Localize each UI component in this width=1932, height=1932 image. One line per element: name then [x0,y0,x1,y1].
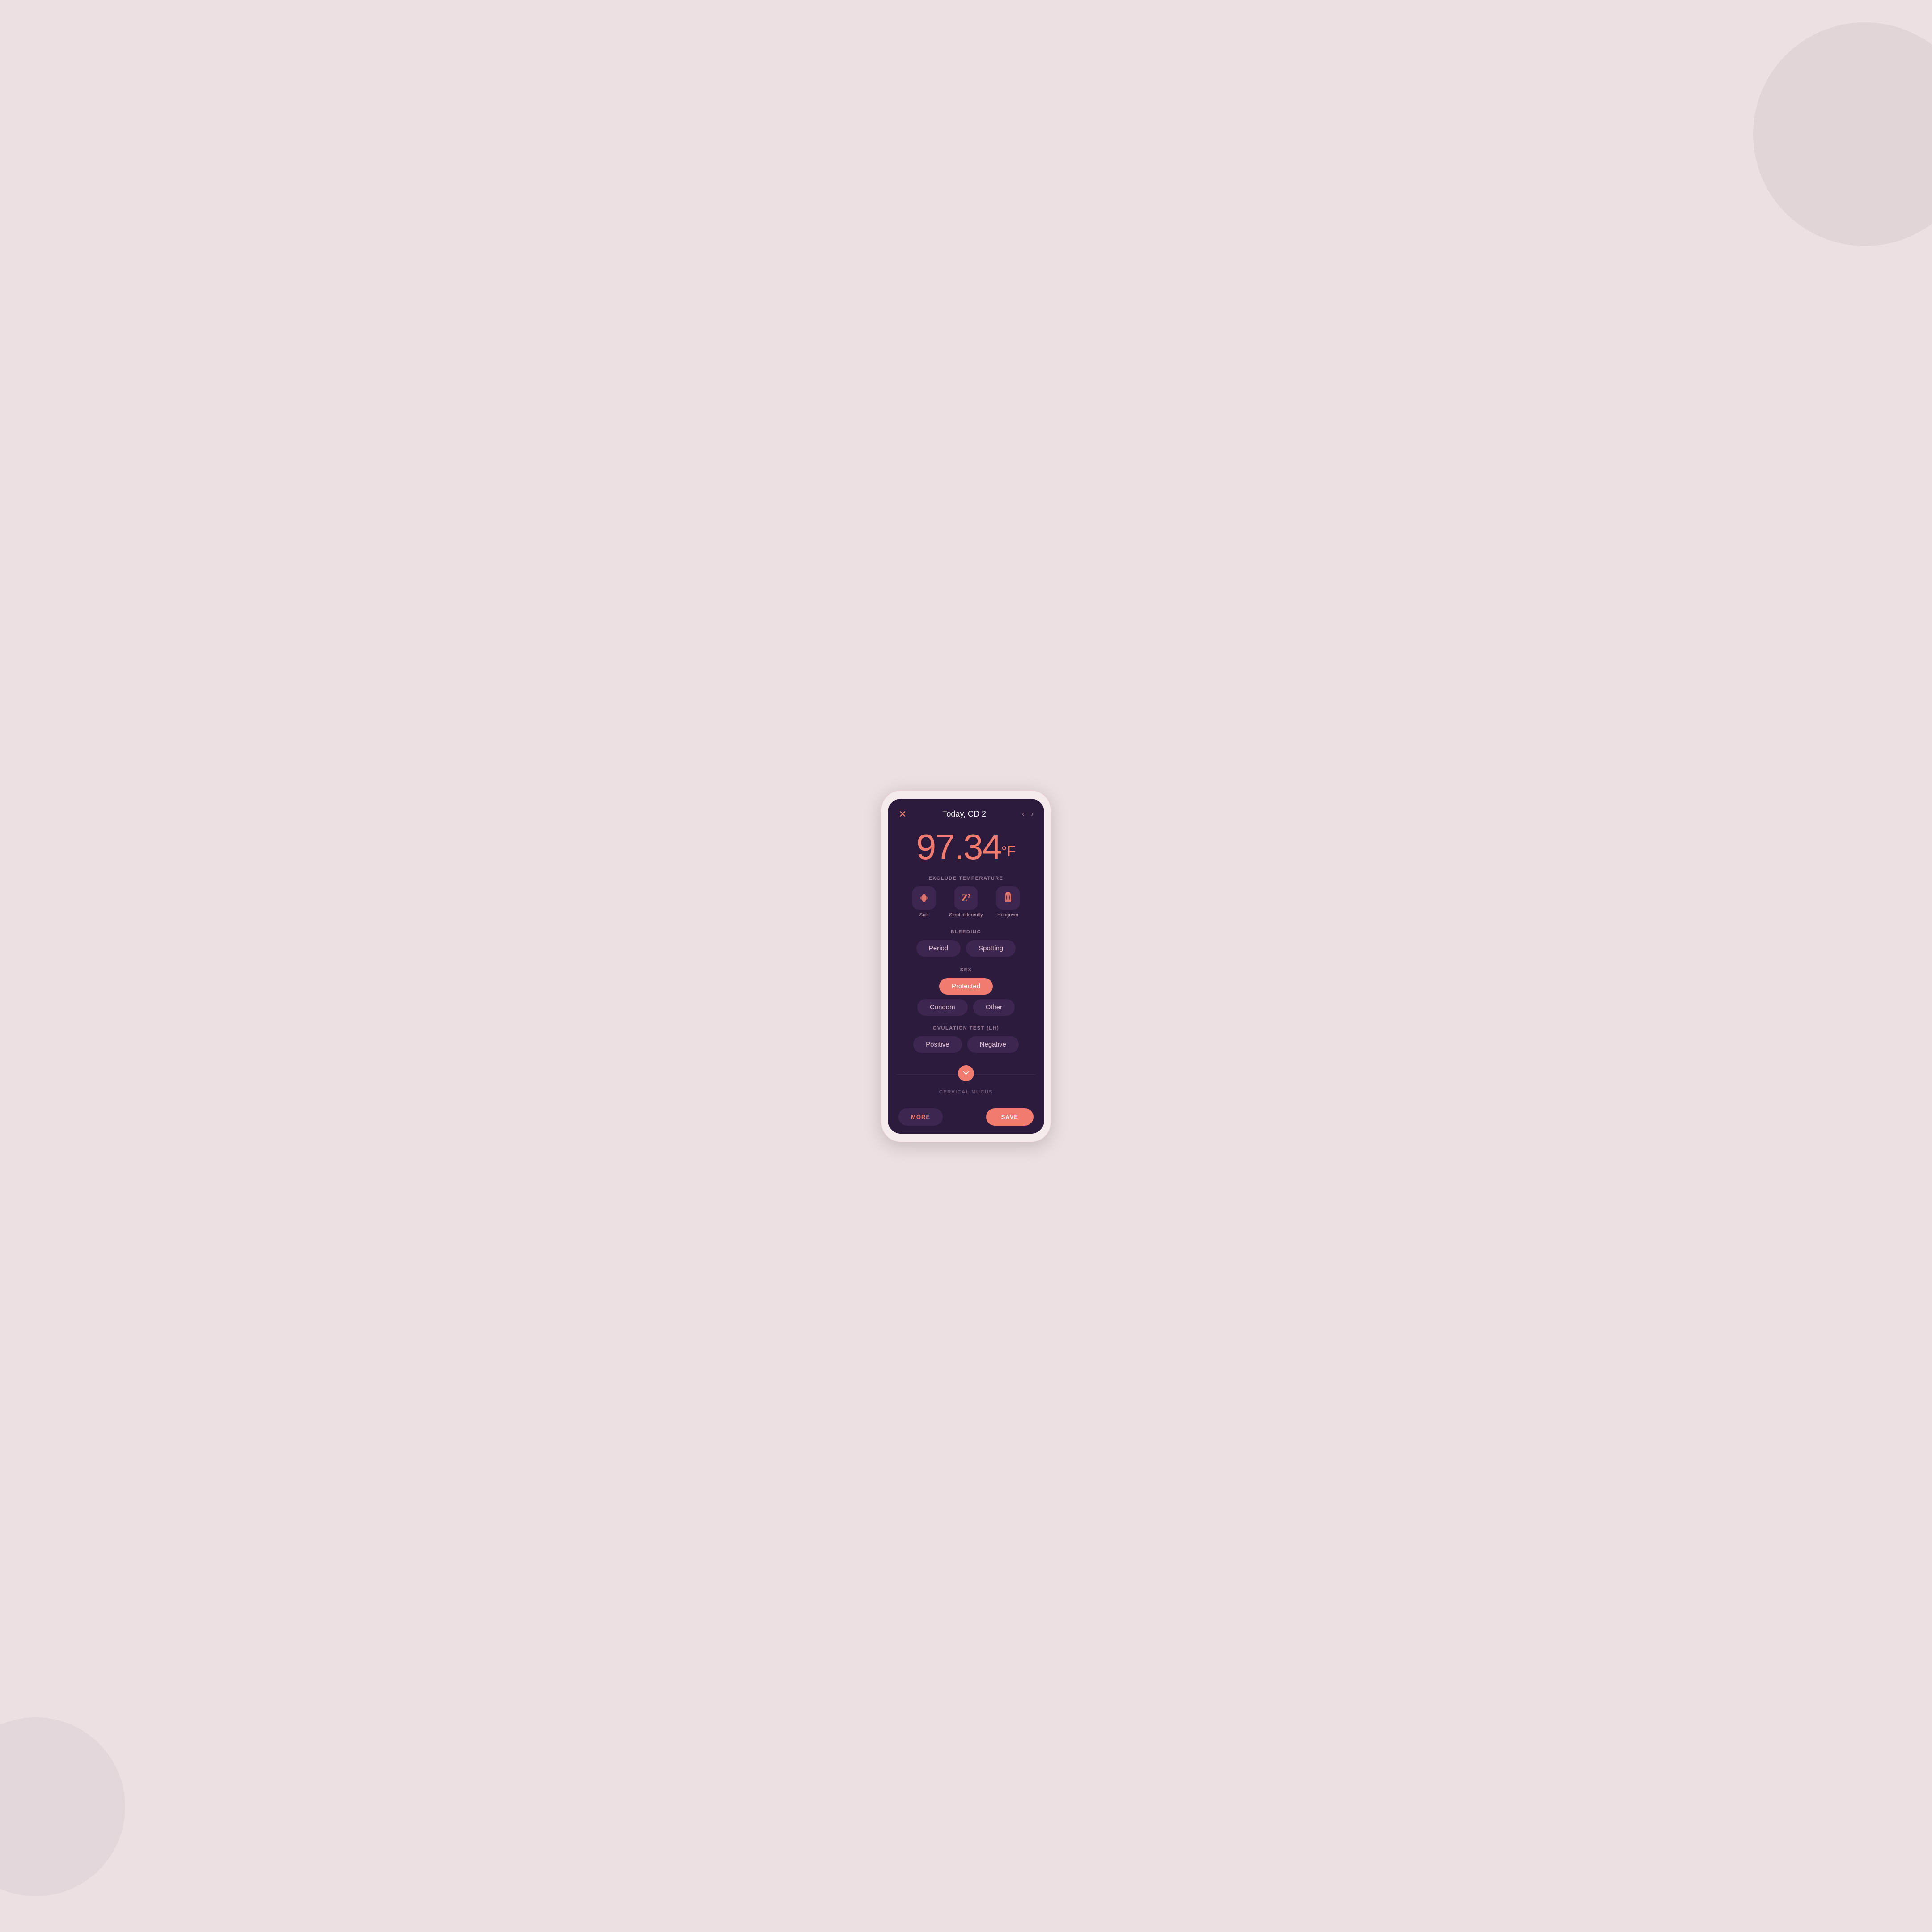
sleep-icon: Zz [954,886,978,910]
header: ✕ Today, CD 2 ‹ › [888,799,1044,825]
bleeding-options: Period Spotting [897,940,1035,957]
close-button[interactable]: ✕ [898,809,907,820]
negative-button[interactable]: Negative [967,1036,1019,1053]
sick-label: Sick [919,912,929,918]
temperature-display: 97.34°F [888,825,1044,872]
ovulation-test-section: OVULATION TEST (LH) Positive Negative [888,1019,1044,1056]
condom-button[interactable]: Condom [917,999,968,1016]
sex-section: SEX Protected Condom Other [888,960,1044,1019]
phone-frame: ✕ Today, CD 2 ‹ › 97.34°F EXCLUDE TEMPER… [881,790,1051,1142]
exclude-temperature-label: EXCLUDE TEMPERATURE [897,876,1035,881]
footer: MORE SAVE [888,1102,1044,1134]
temperature-value: 97.34 [916,827,1001,867]
ovulation-test-label: OVULATION TEST (LH) [897,1025,1035,1031]
hungover-icon [996,886,1020,910]
other-button[interactable]: Other [973,999,1015,1016]
expand-row [888,1063,1044,1086]
exclude-temperature-options: Sick Zz Slept differently [897,886,1035,918]
slept-differently-option[interactable]: Zz Slept differently [949,886,983,918]
bleeding-section: BLEEDING Period Spotting [888,923,1044,960]
page-title: Today, CD 2 [942,809,986,819]
exclude-temperature-section: EXCLUDE TEMPERATURE Sick Zz Slept [888,872,1044,923]
phone-screen: ✕ Today, CD 2 ‹ › 97.34°F EXCLUDE TEMPER… [888,799,1044,1134]
nav-next-button[interactable]: › [1031,809,1034,819]
sex-label: SEX [897,967,1035,973]
nav-prev-button[interactable]: ‹ [1022,809,1025,819]
protected-button-row: Protected [897,978,1035,995]
spotting-button[interactable]: Spotting [966,940,1016,957]
temperature-unit: °F [1001,843,1016,859]
save-button[interactable]: SAVE [986,1108,1034,1126]
sick-icon [912,886,936,910]
period-button[interactable]: Period [916,940,961,957]
cervical-mucus-peek: CERVICAL MUCUS [888,1086,1044,1102]
hungover-label: Hungover [997,912,1019,918]
positive-button[interactable]: Positive [913,1036,962,1053]
sick-option[interactable]: Sick [912,886,936,918]
header-navigation: ‹ › [1022,809,1034,819]
slept-differently-label: Slept differently [949,912,983,918]
ovulation-test-options: Positive Negative [897,1036,1035,1053]
more-button[interactable]: MORE [898,1108,943,1126]
bleeding-label: BLEEDING [897,929,1035,935]
cervical-mucus-label: CERVICAL MUCUS [897,1089,1035,1095]
hungover-option[interactable]: Hungover [996,886,1020,918]
expand-button[interactable] [958,1065,974,1081]
protected-button[interactable]: Protected [939,978,993,995]
sex-options: Condom Other [897,999,1035,1016]
